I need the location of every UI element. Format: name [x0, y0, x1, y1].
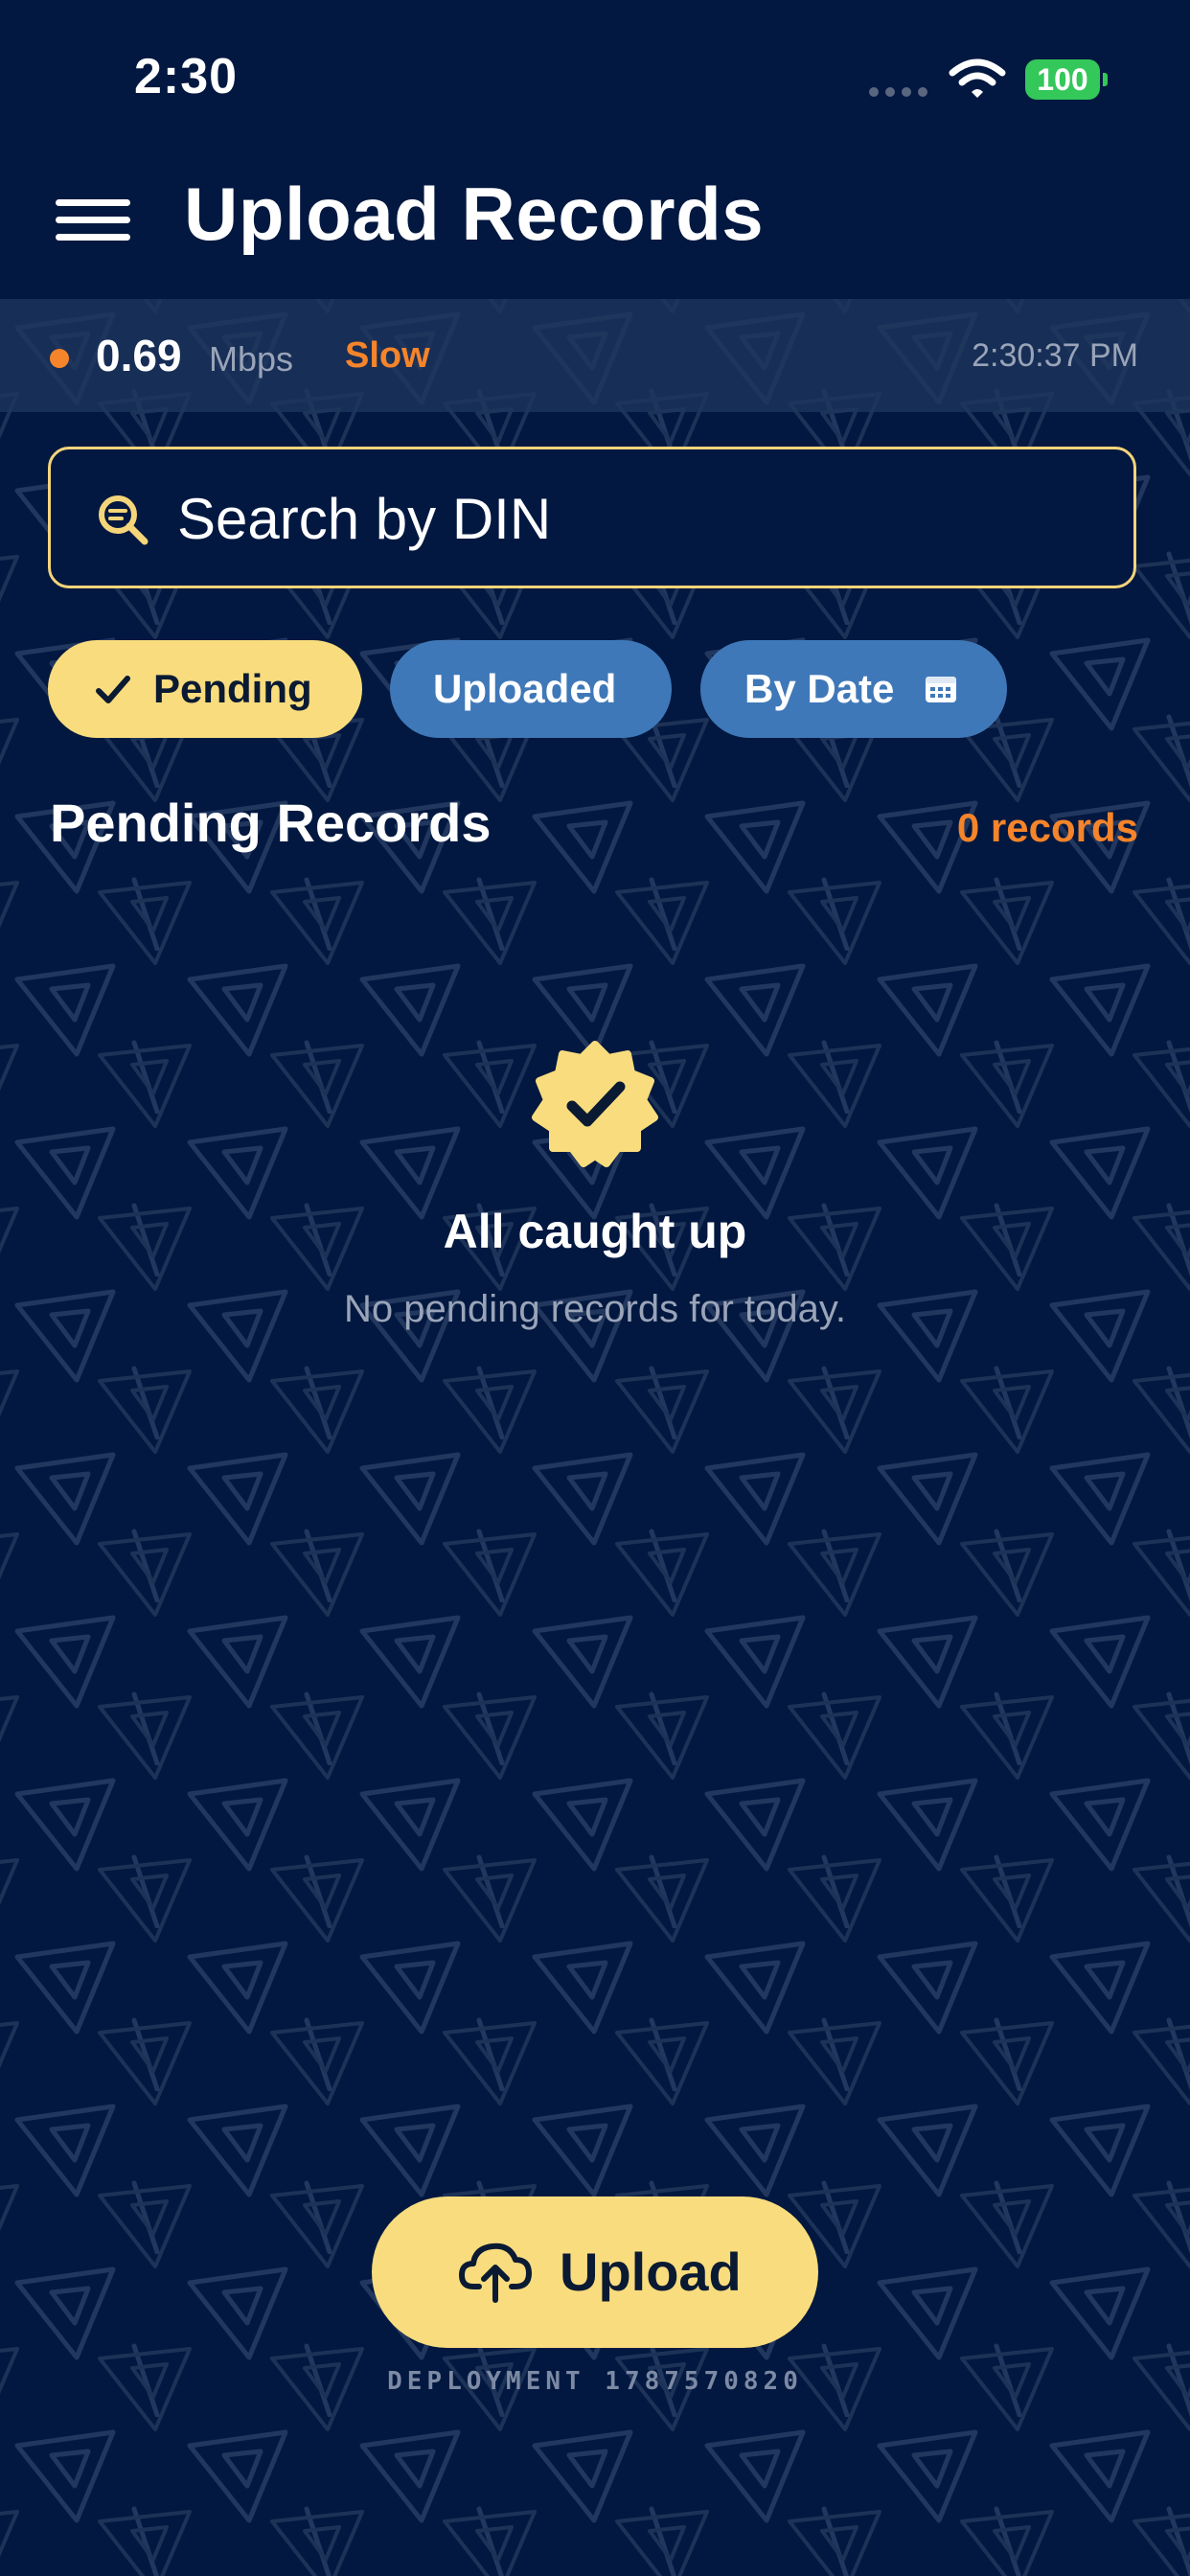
section-title: Pending Records	[50, 793, 492, 853]
page-title: Upload Records	[184, 172, 765, 256]
filter-chip-uploaded-label: Uploaded	[433, 666, 617, 711]
verified-badge-icon	[532, 1041, 658, 1167]
deployment-id: DEPLOYMENT 1787570820	[387, 2367, 803, 2396]
connection-status-dot	[50, 349, 69, 368]
app-header: Upload Records	[0, 144, 1190, 299]
signal-dots-icon	[869, 87, 927, 97]
connection-timestamp: 2:30:37 PM	[972, 337, 1138, 374]
connection-quality: Slow	[345, 335, 430, 376]
filter-chip-by-date-label: By Date	[744, 666, 895, 711]
connection-speed-value: 0.69	[96, 331, 182, 380]
status-bar: 2:30 100	[0, 0, 1190, 144]
calendar-icon	[926, 677, 956, 702]
check-icon	[96, 676, 130, 703]
wifi-icon	[949, 58, 1006, 98]
upload-button-label: Upload	[560, 2242, 742, 2302]
filter-chip-by-date[interactable]: By Date	[700, 640, 1007, 738]
search-box[interactable]	[48, 447, 1136, 588]
battery-level: 100	[1025, 59, 1100, 100]
status-time: 2:30	[134, 49, 239, 104]
search-input[interactable]	[177, 482, 1097, 555]
hamburger-menu-icon[interactable]	[56, 194, 134, 247]
filter-chip-uploaded[interactable]: Uploaded	[390, 640, 672, 738]
upload-button[interactable]: Upload	[372, 2196, 818, 2348]
connection-speed-bar: 0.69 Mbps Slow 2:30:37 PM	[0, 299, 1190, 412]
filter-chip-pending[interactable]: Pending	[48, 640, 362, 738]
empty-state-subtitle: No pending records for today.	[343, 1288, 846, 1330]
battery-cap	[1103, 73, 1108, 86]
search-icon	[99, 495, 149, 545]
empty-state: All caught up No pending records for tod…	[0, 1041, 1190, 1357]
record-count: 0 records	[956, 805, 1138, 850]
section-header: Pending Records 0 records	[0, 792, 1190, 868]
filter-chip-pending-label: Pending	[153, 666, 312, 711]
cloud-upload-icon	[459, 2242, 532, 2303]
connection-speed-unit: Mbps	[209, 339, 294, 379]
empty-state-title: All caught up	[443, 1205, 747, 1258]
battery-indicator: 100	[1025, 59, 1108, 100]
